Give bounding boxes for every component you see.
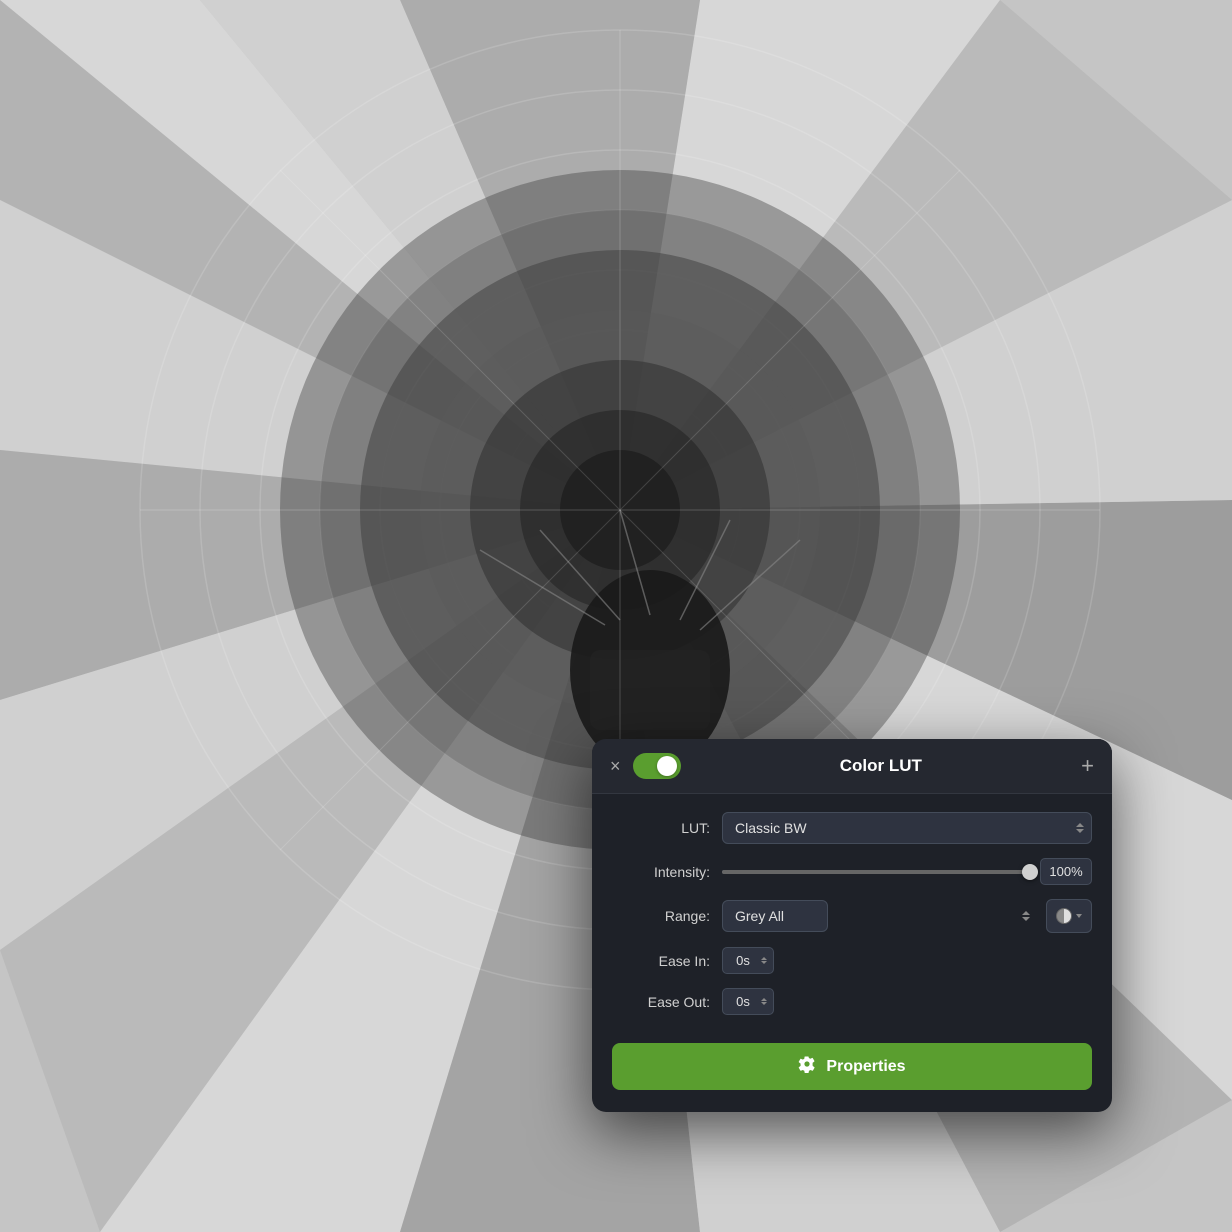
range-arrow-down-icon bbox=[1022, 917, 1030, 921]
toggle-thumb bbox=[657, 756, 677, 776]
range-row: Range: Grey All All Highlights Midtones … bbox=[612, 899, 1092, 933]
ease-out-value: 0s bbox=[729, 994, 757, 1009]
ease-in-value: 0s bbox=[729, 953, 757, 968]
grey-icon-arrow bbox=[1076, 914, 1082, 918]
properties-button[interactable]: Properties bbox=[612, 1043, 1092, 1090]
range-arrow-up-icon bbox=[1022, 911, 1030, 915]
header-left: × bbox=[610, 753, 681, 779]
intensity-slider-container: 100% bbox=[722, 858, 1092, 885]
range-label: Range: bbox=[612, 908, 722, 924]
ease-in-stepper[interactable] bbox=[761, 957, 767, 964]
panel-header: × Color LUT + bbox=[592, 739, 1112, 794]
range-dropdown-wrap: Grey All All Highlights Midtones Shadows bbox=[722, 900, 1038, 932]
toggle-switch[interactable] bbox=[633, 753, 681, 779]
gear-icon bbox=[798, 1055, 816, 1078]
ease-out-decrement[interactable] bbox=[761, 1002, 767, 1005]
lut-label: LUT: bbox=[612, 820, 722, 836]
ease-in-increment[interactable] bbox=[761, 957, 767, 960]
intensity-slider-track[interactable] bbox=[722, 870, 1030, 874]
toggle-track bbox=[633, 753, 681, 779]
ease-in-decrement[interactable] bbox=[761, 961, 767, 964]
range-select[interactable]: Grey All All Highlights Midtones Shadows bbox=[722, 900, 828, 932]
properties-btn-label: Properties bbox=[826, 1058, 905, 1076]
intensity-row: Intensity: 100% bbox=[612, 858, 1092, 885]
intensity-label: Intensity: bbox=[612, 864, 722, 880]
ease-out-value-wrap: 0s bbox=[722, 988, 774, 1015]
panel-body: LUT: Classic BW B&W Sepia Vintage Intens… bbox=[592, 794, 1112, 1112]
grey-half-icon bbox=[1056, 908, 1072, 924]
close-button[interactable]: × bbox=[610, 757, 621, 775]
ease-in-box: 0s bbox=[722, 947, 774, 974]
color-lut-panel: × Color LUT + LUT: Classic BW B&W Sepia bbox=[592, 739, 1112, 1112]
intensity-value: 100% bbox=[1040, 858, 1092, 885]
intensity-slider-thumb[interactable] bbox=[1022, 864, 1038, 880]
panel-title: Color LUT bbox=[681, 756, 1082, 776]
ease-in-value-wrap: 0s bbox=[722, 947, 774, 974]
ease-out-increment[interactable] bbox=[761, 998, 767, 1001]
ease-out-box: 0s bbox=[722, 988, 774, 1015]
range-dropdown-arrow bbox=[1022, 911, 1030, 921]
lut-row: LUT: Classic BW B&W Sepia Vintage bbox=[612, 812, 1092, 844]
ease-out-label: Ease Out: bbox=[612, 994, 722, 1010]
intensity-slider-fill bbox=[722, 870, 1030, 874]
ease-out-row: Ease Out: 0s bbox=[612, 988, 1092, 1015]
range-container: Grey All All Highlights Midtones Shadows bbox=[722, 899, 1092, 933]
ease-in-row: Ease In: 0s bbox=[612, 947, 1092, 974]
ease-in-label: Ease In: bbox=[612, 953, 722, 969]
lut-dropdown-container: Classic BW B&W Sepia Vintage bbox=[722, 812, 1092, 844]
grey-icon-button[interactable] bbox=[1046, 899, 1092, 933]
lut-select[interactable]: Classic BW B&W Sepia Vintage bbox=[722, 812, 1092, 844]
ease-out-stepper[interactable] bbox=[761, 998, 767, 1005]
add-button[interactable]: + bbox=[1081, 755, 1094, 777]
